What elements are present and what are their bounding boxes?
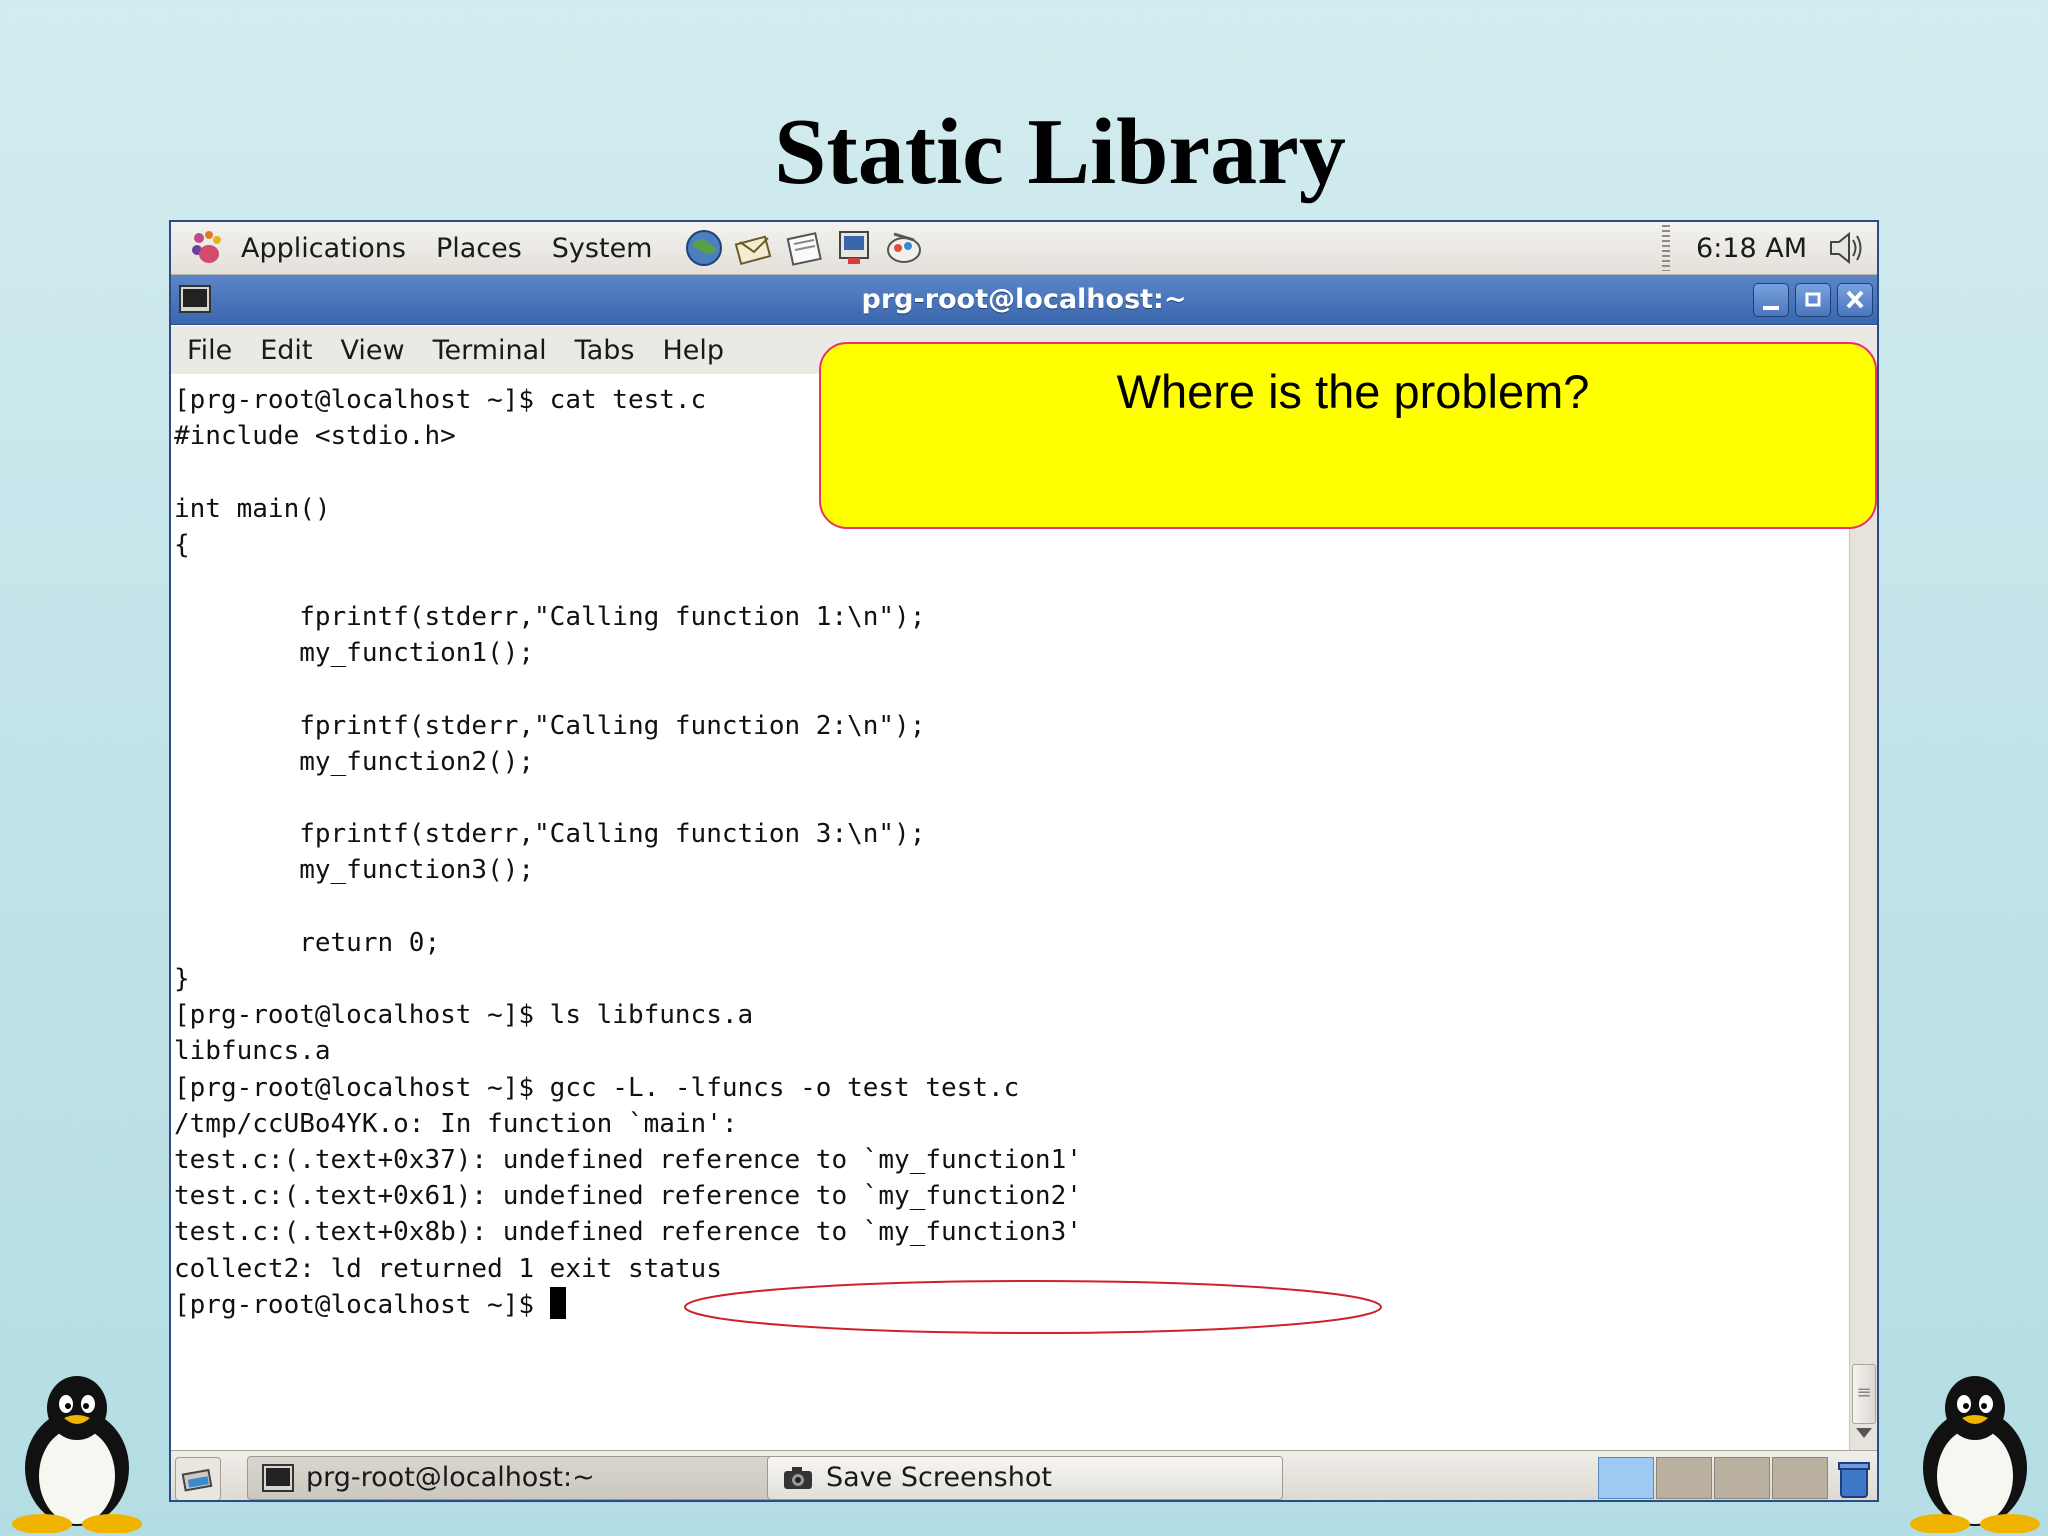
top-panel: Applications Places System 6:18 AM: [171, 222, 1877, 275]
terminal-prompt: [prg-root@localhost ~]$: [174, 1289, 550, 1320]
gnome-foot-icon: [192, 231, 221, 263]
terminal-line: test.c:(.text+0x8b): undefined reference…: [174, 1217, 1082, 1248]
panel-separator: [1662, 225, 1671, 271]
terminal-line: [prg-root@localhost ~]$ ls libfuncs.a: [174, 1000, 754, 1031]
terminal-line: /tmp/ccUBo4YK.o: In function `main':: [174, 1108, 738, 1139]
terminal-line: }: [174, 964, 190, 994]
terminal-line: fprintf(stderr,"Calling function 1:\n");: [174, 602, 926, 633]
launcher-group: [682, 226, 926, 270]
workspace-2[interactable]: [1656, 1457, 1712, 1499]
workspace-4[interactable]: [1772, 1457, 1828, 1499]
window-title: prg-root@localhost:~: [861, 284, 1187, 315]
camera-icon: [784, 1467, 812, 1489]
terminal-line: fprintf(stderr,"Calling function 3:\n");: [174, 819, 926, 850]
web-browser-icon[interactable]: [682, 226, 726, 270]
close-icon: [1846, 290, 1864, 309]
terminal-line: [prg-root@localhost ~]$ gcc -L. -lfuncs …: [174, 1072, 1020, 1103]
terminal-task-icon: [262, 1464, 294, 1492]
graphics-icon[interactable]: [882, 226, 926, 270]
window-titlebar[interactable]: prg-root@localhost:~: [171, 275, 1877, 325]
minimize-icon: [1763, 306, 1779, 310]
show-desktop-icon: [181, 1468, 213, 1492]
terminal-line: {: [174, 529, 190, 560]
workspace-3[interactable]: [1714, 1457, 1770, 1499]
close-button[interactable]: [1837, 283, 1873, 317]
menu-applications[interactable]: Applications: [241, 233, 406, 264]
workspace-switcher: [1598, 1457, 1828, 1499]
maximize-icon: [1805, 292, 1821, 307]
callout-text: Where is the problem?: [1116, 365, 1590, 418]
scroll-down-arrow-icon[interactable]: [1856, 1428, 1872, 1438]
menu-tabs[interactable]: Tabs: [575, 335, 635, 366]
presentation-icon[interactable]: [832, 226, 876, 270]
taskbar-terminal-label: prg-root@localhost:~: [306, 1462, 595, 1493]
trash-icon[interactable]: [1837, 1459, 1871, 1499]
terminal-line: fprintf(stderr,"Calling function 2:\n");: [174, 710, 926, 741]
minimize-button[interactable]: [1753, 283, 1789, 317]
scrollbar-thumb[interactable]: ≡: [1852, 1364, 1876, 1424]
terminal-scrollbar[interactable]: ≡: [1849, 374, 1877, 1450]
menu-places[interactable]: Places: [436, 233, 522, 264]
menu-edit[interactable]: Edit: [260, 335, 312, 366]
highlight-ellipse: [684, 1280, 1382, 1334]
notes-icon[interactable]: [782, 226, 826, 270]
terminal-line: my_function1();: [174, 638, 535, 669]
taskbar-screenshot-label: Save Screenshot: [826, 1462, 1052, 1493]
terminal-cursor: [549, 1286, 566, 1319]
clock[interactable]: 6:18 AM: [1696, 233, 1807, 264]
maximize-button[interactable]: [1795, 283, 1831, 317]
bottom-panel: prg-root@localhost:~ Save Screenshot: [171, 1450, 1877, 1500]
menu-view[interactable]: View: [340, 335, 404, 366]
menu-system[interactable]: System: [552, 233, 653, 264]
show-desktop-button[interactable]: [175, 1457, 221, 1500]
menu-help[interactable]: Help: [662, 335, 724, 366]
taskbar-screenshot-button[interactable]: Save Screenshot: [767, 1456, 1283, 1500]
email-icon[interactable]: [732, 226, 776, 270]
panel-right: 6:18 AM: [1662, 225, 1867, 271]
tux-penguin-icon: [1910, 1376, 2040, 1533]
terminal-line: test.c:(.text+0x37): undefined reference…: [174, 1144, 1082, 1175]
terminal-line: my_function2();: [174, 746, 535, 777]
workspace-1[interactable]: [1598, 1457, 1654, 1499]
terminal-line: test.c:(.text+0x61): undefined reference…: [174, 1181, 1082, 1212]
terminal-line: return 0;: [174, 927, 441, 958]
terminal-line: libfuncs.a: [174, 1036, 331, 1067]
panel-menu: Applications Places System: [187, 228, 682, 268]
slide-title: Static Library: [774, 100, 1346, 204]
tux-penguin-icon: [12, 1376, 142, 1533]
callout-box: Where is the problem?: [819, 342, 1877, 529]
menu-file[interactable]: File: [187, 335, 232, 366]
menu-terminal[interactable]: Terminal: [433, 335, 547, 366]
volume-icon[interactable]: [1823, 226, 1867, 270]
terminal-line: my_function3();: [174, 855, 535, 886]
